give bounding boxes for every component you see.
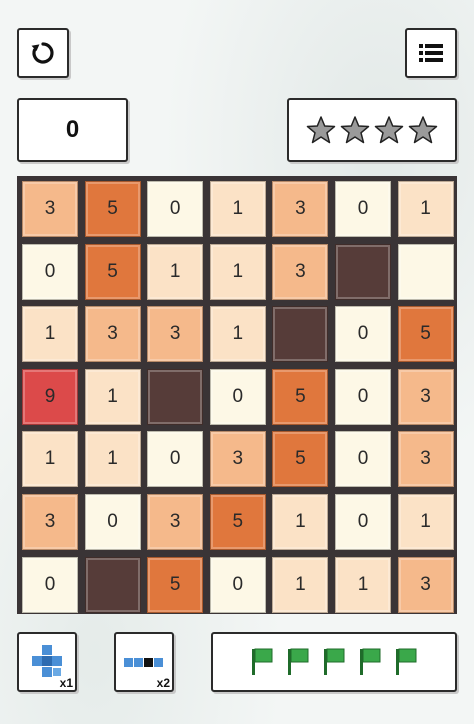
grid-cell[interactable]: 1 xyxy=(272,494,329,550)
flags-remaining xyxy=(211,632,457,692)
star-icon xyxy=(340,116,370,144)
grid-cell[interactable]: 0 xyxy=(335,431,391,488)
grid-cell[interactable]: 3 xyxy=(147,306,204,363)
restart-button[interactable] xyxy=(17,28,69,78)
grid-cell[interactable]: 1 xyxy=(22,431,78,488)
blocked-cell[interactable] xyxy=(272,306,329,363)
grid-cell[interactable]: 1 xyxy=(84,368,141,425)
grid-cell[interactable]: 1 xyxy=(209,243,266,300)
menu-button[interactable] xyxy=(405,28,457,78)
grid-cell[interactable]: 0 xyxy=(84,494,141,550)
grid-cell[interactable]: 1 xyxy=(22,306,78,363)
row-bomb-count: x2 xyxy=(156,676,170,690)
score-value: 0 xyxy=(65,116,80,143)
grid-cell[interactable]: 5 xyxy=(397,306,454,363)
grid-cell[interactable] xyxy=(397,243,454,300)
grid-cell[interactable]: 0 xyxy=(335,306,391,363)
area-bomb-count: x1 xyxy=(59,676,73,690)
grid-cell[interactable]: 0 xyxy=(147,181,204,237)
grid-cell[interactable]: 3 xyxy=(147,494,204,550)
grid-cell[interactable]: 0 xyxy=(335,368,391,425)
grid-cell[interactable]: 0 xyxy=(147,431,204,488)
grid-cell[interactable]: 0 xyxy=(335,494,391,550)
grid-cell[interactable]: 1 xyxy=(84,431,141,488)
star-icon xyxy=(374,116,404,144)
star-icon xyxy=(306,116,336,144)
grid-cell[interactable]: 3 xyxy=(209,431,266,488)
grid-cell[interactable]: 1 xyxy=(335,556,391,613)
grid-cell[interactable]: 0 xyxy=(22,243,78,300)
flag-icon xyxy=(288,648,309,675)
area-bomb-tool-button[interactable]: x1 xyxy=(17,632,77,692)
blocked-cell[interactable] xyxy=(147,368,204,425)
grid-cell[interactable]: 3 xyxy=(397,556,454,613)
grid-cell[interactable]: 5 xyxy=(272,431,329,488)
blocked-cell[interactable] xyxy=(84,556,141,613)
flag-icon xyxy=(324,648,345,675)
grid-cell[interactable]: 5 xyxy=(147,556,204,613)
flag-icon xyxy=(252,648,273,675)
grid-cell[interactable]: 5 xyxy=(272,368,329,425)
row-blocks-icon xyxy=(124,658,163,667)
grid-cell[interactable]: 3 xyxy=(272,181,329,237)
grid-cell[interactable]: 5 xyxy=(84,243,141,300)
score-display: 0 xyxy=(17,98,128,162)
row-bomb-tool-button[interactable]: x2 xyxy=(114,632,174,692)
restart-icon xyxy=(31,42,54,64)
grid-cell[interactable]: 1 xyxy=(209,306,266,363)
grid-cell[interactable]: 0 xyxy=(335,181,391,237)
grid-cell[interactable]: 1 xyxy=(397,181,454,237)
grid-cell[interactable]: 1 xyxy=(209,181,266,237)
grid-cell[interactable]: 9 xyxy=(22,368,78,425)
blocked-cell[interactable] xyxy=(335,243,391,300)
grid-cell[interactable]: 1 xyxy=(147,243,204,300)
grid-cell[interactable]: 1 xyxy=(272,556,329,613)
grid-cell[interactable]: 3 xyxy=(272,243,329,300)
grid-cell[interactable]: 3 xyxy=(397,431,454,488)
grid-cell[interactable]: 1 xyxy=(397,494,454,550)
grid-cell[interactable]: 0 xyxy=(209,556,266,613)
grid-cell[interactable]: 3 xyxy=(84,306,141,363)
grid-cell[interactable]: 5 xyxy=(84,181,141,237)
star-rating xyxy=(287,98,457,162)
grid-cell[interactable]: 0 xyxy=(209,368,266,425)
grid-cell[interactable]: 3 xyxy=(22,494,78,550)
flag-icon xyxy=(396,648,417,675)
game-board: 3501301051131331059105031103503303510105… xyxy=(17,176,457,614)
grid-cell[interactable]: 0 xyxy=(22,556,78,613)
grid-cell[interactable]: 5 xyxy=(209,494,266,550)
grid-cell[interactable]: 3 xyxy=(397,368,454,425)
flag-icon xyxy=(360,648,381,675)
list-menu-icon xyxy=(419,44,443,62)
grid-cell[interactable]: 3 xyxy=(22,181,78,237)
star-icon xyxy=(408,116,438,144)
